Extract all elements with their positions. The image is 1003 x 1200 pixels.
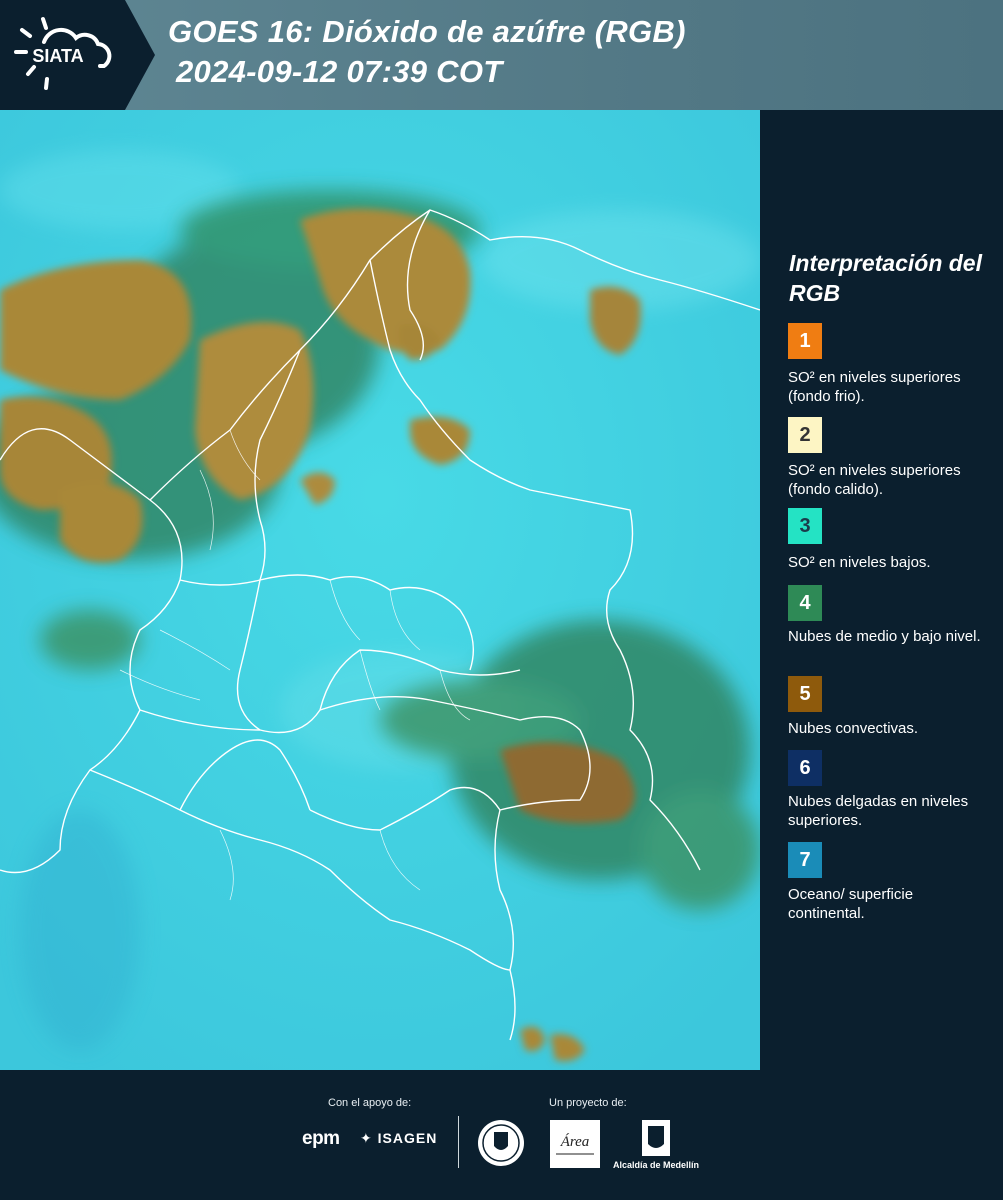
legend-swatch-7: 7 — [788, 842, 822, 878]
legend-swatch-2: 2 — [788, 417, 822, 453]
siata-logo-text: SIATA — [32, 46, 83, 66]
isagen-logo: ✦ ISAGEN — [360, 1130, 437, 1147]
legend-swatch-4: 4 — [788, 585, 822, 621]
support-label: Con el apoyo de: — [328, 1097, 412, 1109]
footer: Con el apoyo de: Un proyecto de: epm ✦ I… — [0, 1070, 1003, 1200]
satellite-map[interactable] — [0, 110, 760, 1070]
legend-panel: Interpretación del RGB 1 SO² en niveles … — [760, 110, 1003, 1070]
project-label: Un proyecto de: — [549, 1097, 627, 1109]
legend-desc-3: SO² en niveles bajos. — [788, 554, 931, 571]
alcaldia-text: Alcaldía de Medellín — [612, 1160, 700, 1170]
page-title: GOES 16: Dióxido de azúfre (RGB) — [168, 14, 686, 49]
epm-logo: epm — [302, 1128, 340, 1149]
legend-desc-5: Nubes convectivas. — [788, 720, 919, 737]
header: SIATA GOES 16: Dióxido de azúfre (RGB) 2… — [0, 0, 1003, 110]
legend-swatch-1: 1 — [788, 323, 822, 359]
legend-desc-4: Nubes de medio y bajo nivel. — [788, 628, 981, 645]
isagen-star-icon: ✦ — [360, 1130, 373, 1146]
medellin-seal-icon — [476, 1118, 526, 1168]
legend-swatch-6: 6 — [788, 750, 822, 786]
legend-title: Interpretación del RGB — [789, 250, 982, 306]
timestamp: 2024-09-12 07:39 COT — [176, 54, 503, 89]
legend-swatch-3: 3 — [788, 508, 822, 544]
legend-desc-2: SO² en niveles superiores (fondo calido)… — [788, 462, 961, 498]
legend-desc-7: Oceano/ superficie continental. — [788, 886, 914, 922]
area-logo-text: Área — [560, 1133, 590, 1150]
isagen-logo-text: ISAGEN — [377, 1130, 438, 1146]
legend-desc-1: SO² en niveles superiores (fondo frio). — [788, 369, 961, 405]
siata-logo: SIATA — [0, 0, 155, 110]
legend-swatch-5: 5 — [788, 676, 822, 712]
footer-divider — [458, 1116, 459, 1168]
coat-of-arms-icon — [642, 1120, 670, 1156]
alcaldia-medellin-logo: Alcaldía de Medellín — [610, 1118, 702, 1174]
area-metropolitana-logo: Área — [550, 1120, 600, 1168]
legend-desc-6: Nubes delgadas en niveles superiores. — [788, 793, 969, 829]
sun-cloud-icon: SIATA — [14, 17, 112, 90]
